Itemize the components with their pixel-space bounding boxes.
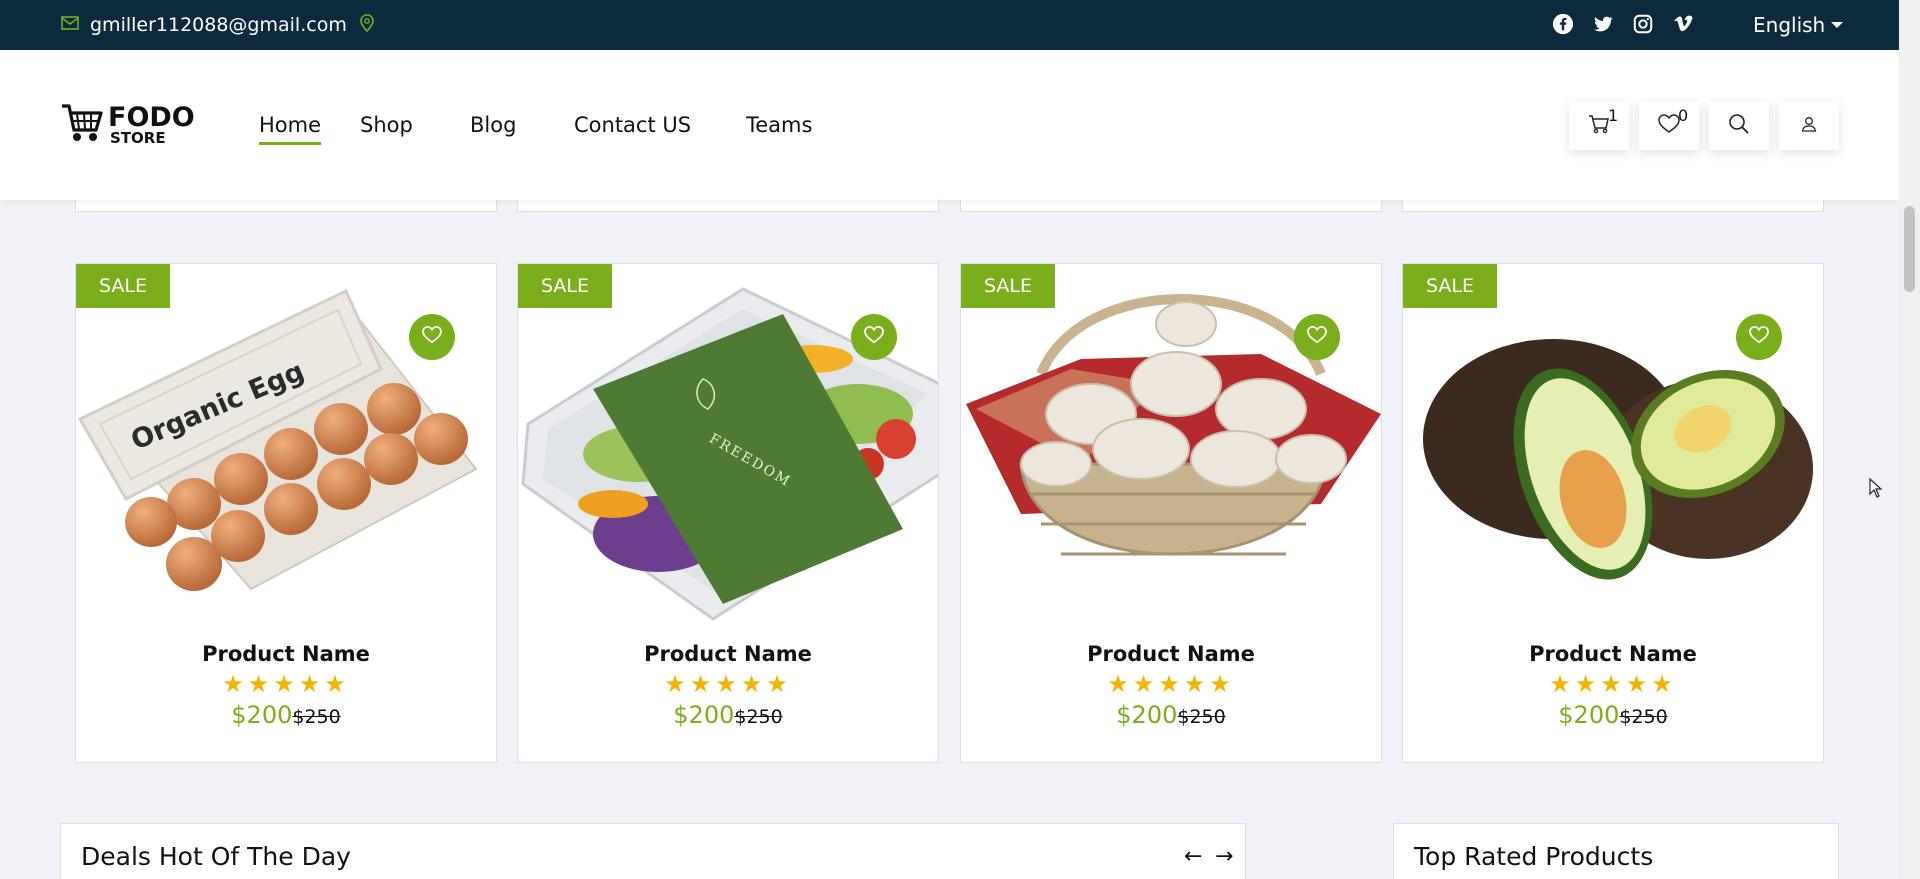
product-price: $200$250 [1403,701,1823,729]
cart-icon [1588,114,1610,138]
caret-down-icon [1831,22,1844,28]
twitter-icon[interactable] [1591,12,1615,36]
social-links [1551,12,1695,36]
product-name[interactable]: Product Name [1403,642,1823,666]
product-card[interactable]: FREEDOM SALE Product Name ★★★★★ $200$250 [517,263,939,763]
mouse-cursor-icon [1869,477,1883,502]
logo-line2: STORE [110,129,166,147]
nav-item-contact-us[interactable]: Contact US [574,113,691,137]
heart-icon [1749,325,1769,348]
old-price: $250 [1619,706,1668,728]
nav-item-teams[interactable]: Teams [746,113,812,137]
search-button[interactable] [1709,102,1769,150]
old-price: $250 [1177,706,1226,728]
old-price: $250 [734,706,783,728]
old-price: $250 [292,706,341,728]
top-rated-section: Top Rated Products [1393,823,1839,879]
product-price: $200$250 [518,701,938,729]
product-price: $200$250 [961,701,1381,729]
nav-item-home[interactable]: Home [259,113,322,145]
vimeo-icon[interactable] [1671,12,1695,36]
sale-badge: SALE [76,264,170,308]
instagram-icon[interactable] [1631,12,1655,36]
contact-email[interactable]: gmiller112088@gmail.com [60,0,377,50]
sale-badge: SALE [1403,264,1497,308]
product-card[interactable]: SALE Product Name ★★★★★ $200$250 [1402,263,1824,763]
sale-badge: SALE [961,264,1055,308]
shopping-cart-logo-icon [60,102,104,148]
add-to-wishlist-button[interactable] [851,314,897,360]
heart-icon [1658,114,1680,138]
rating-stars: ★★★★★ [1549,670,1677,698]
sale-badge: SALE [518,264,612,308]
rating-stars: ★★★★★ [664,670,792,698]
search-icon [1728,113,1750,139]
cart-button[interactable]: 1 [1569,102,1629,150]
top-bar: gmiller112088@gmail.com English [0,0,1899,50]
logo[interactable]: FODO STORE [60,102,195,148]
current-price: $200 [1116,701,1178,729]
product-name[interactable]: Product Name [518,642,938,666]
rating-stars: ★★★★★ [1107,670,1235,698]
nav-item-shop[interactable]: Shop [360,113,413,137]
heart-icon [864,325,884,348]
logo-line1: FODO [108,102,195,133]
cart-count: 1 [1608,106,1619,125]
heart-icon [1307,325,1327,348]
add-to-wishlist-button[interactable] [1736,314,1782,360]
email-text: gmiller112088@gmail.com [90,14,347,36]
product-name[interactable]: Product Name [961,642,1381,666]
wishlist-button[interactable]: 0 [1639,102,1699,150]
page-scrollbar[interactable] [1899,0,1920,879]
user-icon [1800,115,1818,137]
wishlist-count: 0 [1678,106,1689,125]
account-button[interactable] [1779,102,1839,150]
mail-icon [60,13,80,38]
product-price: $200$250 [76,701,496,729]
arrow-left-icon[interactable]: ← [1184,844,1202,869]
facebook-icon[interactable] [1551,12,1575,36]
language-label: English [1753,13,1826,37]
arrow-right-icon[interactable]: → [1215,844,1233,869]
logo-text: FODO STORE [108,104,195,146]
deals-section: Deals Hot Of The Day ← → [60,823,1246,879]
add-to-wishlist-button[interactable] [1294,314,1340,360]
add-to-wishlist-button[interactable] [409,314,455,360]
location-icon[interactable] [357,13,377,38]
current-price: $200 [673,701,735,729]
top-rated-title: Top Rated Products [1414,842,1654,871]
heart-icon [422,325,442,348]
rating-stars: ★★★★★ [222,670,350,698]
deals-title: Deals Hot Of The Day [81,842,351,871]
language-selector[interactable]: English [1753,0,1844,50]
current-price: $200 [231,701,293,729]
product-card[interactable]: Organic Egg SALE Product Name ★★★★★ $200… [75,263,497,763]
main-header: FODO STORE Home Shop Blog Contact US Tea… [0,50,1899,200]
current-price: $200 [1558,701,1620,729]
nav-item-blog[interactable]: Blog [470,113,516,137]
scrollbar-thumb[interactable] [1904,206,1915,292]
product-card[interactable]: SALE Product Name ★★★★★ $200$250 [960,263,1382,763]
product-name[interactable]: Product Name [76,642,496,666]
